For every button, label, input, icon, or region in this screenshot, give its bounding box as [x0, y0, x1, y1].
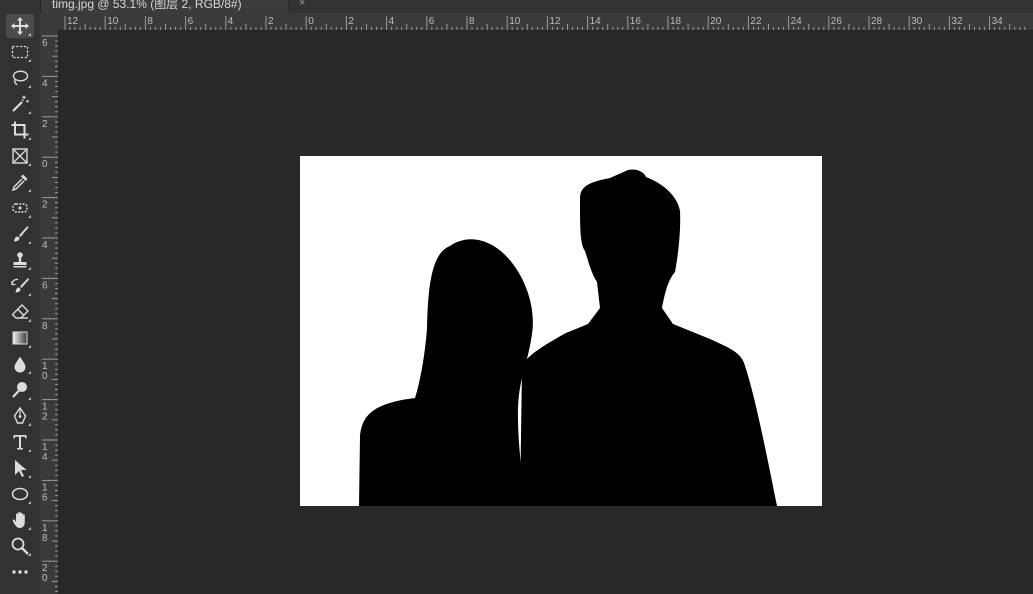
- ruler-tick-label: 26: [831, 16, 843, 27]
- more-icon: [12, 570, 28, 574]
- crop-icon: [11, 121, 29, 139]
- blur-tool[interactable]: [6, 352, 34, 376]
- lasso-icon: [12, 70, 29, 86]
- move-icon: [11, 17, 29, 35]
- ruler-tick-label: 2: [348, 16, 354, 27]
- magic-wand-icon: [12, 95, 29, 112]
- horizontal-ruler-scale: 12 10 8 6 4 2 0 2 4 6 8 10 12 14 16 18 20 22 24 26 28 30 32 34: [64, 16, 1026, 30]
- move-tool[interactable]: [6, 14, 34, 38]
- ruler-tick-label: 6: [42, 38, 48, 49]
- vertical-ruler[interactable]: 64202468101214161820: [40, 30, 59, 594]
- ruler-tick-label: 10: [107, 16, 119, 27]
- ruler-tick-label: 30: [911, 16, 923, 27]
- ruler-tick-label: 6: [429, 16, 435, 27]
- magic-wand-tool[interactable]: [6, 92, 34, 116]
- marquee-tool[interactable]: [6, 40, 34, 64]
- ruler-tick-label: 4: [389, 16, 395, 27]
- ruler-origin[interactable]: [40, 13, 59, 31]
- ruler-tick-label: 2: [268, 16, 274, 27]
- ruler-tick-label: 18: [670, 16, 682, 27]
- ruler-tick-label: 8: [469, 16, 475, 27]
- ruler-tick-label: 0: [42, 573, 48, 584]
- ruler-tick-label: 8: [42, 321, 48, 332]
- document-tab-title: timg.jpg @ 53.1% (图层 2, RGB/8#): [52, 0, 242, 11]
- eraser-tool[interactable]: [6, 300, 34, 324]
- tools-panel: [0, 0, 41, 594]
- ruler-tick-label: 22: [750, 16, 762, 27]
- ruler-tick-label: 0: [308, 16, 314, 27]
- gradient-tool[interactable]: [6, 326, 34, 350]
- brush-tool[interactable]: [6, 222, 34, 246]
- dodge-icon: [12, 382, 27, 398]
- healing-brush-tool[interactable]: [6, 196, 34, 220]
- document-tab-bar: timg.jpg @ 53.1% (图层 2, RGB/8#) ×: [40, 0, 1033, 13]
- ruler-tick-label: 32: [951, 16, 963, 27]
- clone-stamp-tool[interactable]: [6, 248, 34, 272]
- type-icon: [13, 435, 27, 450]
- blur-drop-icon: [14, 356, 26, 373]
- ruler-tick-label: 24: [791, 16, 803, 27]
- ruler-tick-label: 2: [42, 412, 48, 423]
- rectangular-marquee-icon: [11, 45, 29, 59]
- ruler-tick-label: 10: [509, 16, 521, 27]
- ruler-tick-label: 6: [42, 280, 48, 291]
- close-icon[interactable]: ×: [299, 0, 305, 11]
- crop-tool[interactable]: [6, 118, 34, 142]
- path-selection-tool[interactable]: [6, 456, 34, 480]
- history-brush-icon: [11, 278, 29, 293]
- ellipse-icon: [11, 487, 29, 501]
- woman-silhouette: [359, 239, 533, 506]
- gradient-icon: [12, 331, 28, 345]
- ruler-tick-label: 4: [228, 16, 234, 27]
- hand-icon: [12, 511, 25, 528]
- frame-icon: [12, 148, 28, 164]
- arrow-cursor-icon: [15, 460, 27, 477]
- ellipse-tool[interactable]: [6, 482, 34, 506]
- ruler-tick-label: 4: [42, 240, 48, 251]
- eraser-icon: [11, 304, 29, 319]
- zoom-tool[interactable]: [6, 534, 34, 558]
- ruler-tick-label: 6: [188, 16, 194, 27]
- pen-tool[interactable]: [6, 404, 34, 428]
- ruler-tick-label: 16: [630, 16, 642, 27]
- edit-toolbar[interactable]: [6, 560, 34, 584]
- ruler-tick-label: 8: [42, 533, 48, 544]
- ruler-tick-label: 34: [992, 16, 1004, 27]
- hand-tool[interactable]: [6, 508, 34, 532]
- healing-brush-icon: [12, 203, 28, 213]
- horizontal-ruler[interactable]: 12 10 8 6 4 2 0 2 4 6 8 10 12 14 16 18 20 22 24 26 28 30 32 34: [58, 13, 1033, 31]
- document-canvas[interactable]: [300, 156, 822, 506]
- ruler-tick-label: 12: [549, 16, 561, 27]
- ruler-tick-label: 6: [42, 492, 48, 503]
- zoom-icon: [11, 537, 29, 555]
- vertical-ruler-scale: 64202468101214161820: [42, 35, 58, 592]
- ruler-tick-label: 2: [42, 119, 48, 130]
- man-silhouette: [520, 169, 777, 506]
- brush-icon: [14, 226, 29, 242]
- ruler-tick-label: 12: [67, 16, 79, 27]
- dodge-tool[interactable]: [6, 378, 34, 402]
- stamp-icon: [13, 252, 27, 268]
- eyedropper-tool[interactable]: [6, 170, 34, 194]
- ruler-tick-label: 20: [710, 16, 722, 27]
- history-brush-tool[interactable]: [6, 274, 34, 298]
- ruler-tick-label: 28: [871, 16, 883, 27]
- pen-icon: [13, 406, 27, 424]
- silhouette-image: [359, 169, 777, 506]
- ruler-tick-label: 8: [147, 16, 153, 27]
- ruler-tick-label: 4: [42, 78, 48, 89]
- frame-tool[interactable]: [6, 144, 34, 168]
- type-tool[interactable]: [6, 430, 34, 454]
- ruler-tick-label: 0: [42, 159, 48, 170]
- ruler-tick-label: 4: [42, 452, 48, 463]
- eyedropper-icon: [11, 174, 28, 192]
- ruler-tick-label: 14: [590, 16, 602, 27]
- ruler-tick-label: 2: [42, 200, 48, 211]
- lasso-tool[interactable]: [6, 66, 34, 90]
- ruler-tick-label: 0: [42, 371, 48, 382]
- document-tab[interactable]: timg.jpg @ 53.1% (图层 2, RGB/8#): [40, 0, 289, 13]
